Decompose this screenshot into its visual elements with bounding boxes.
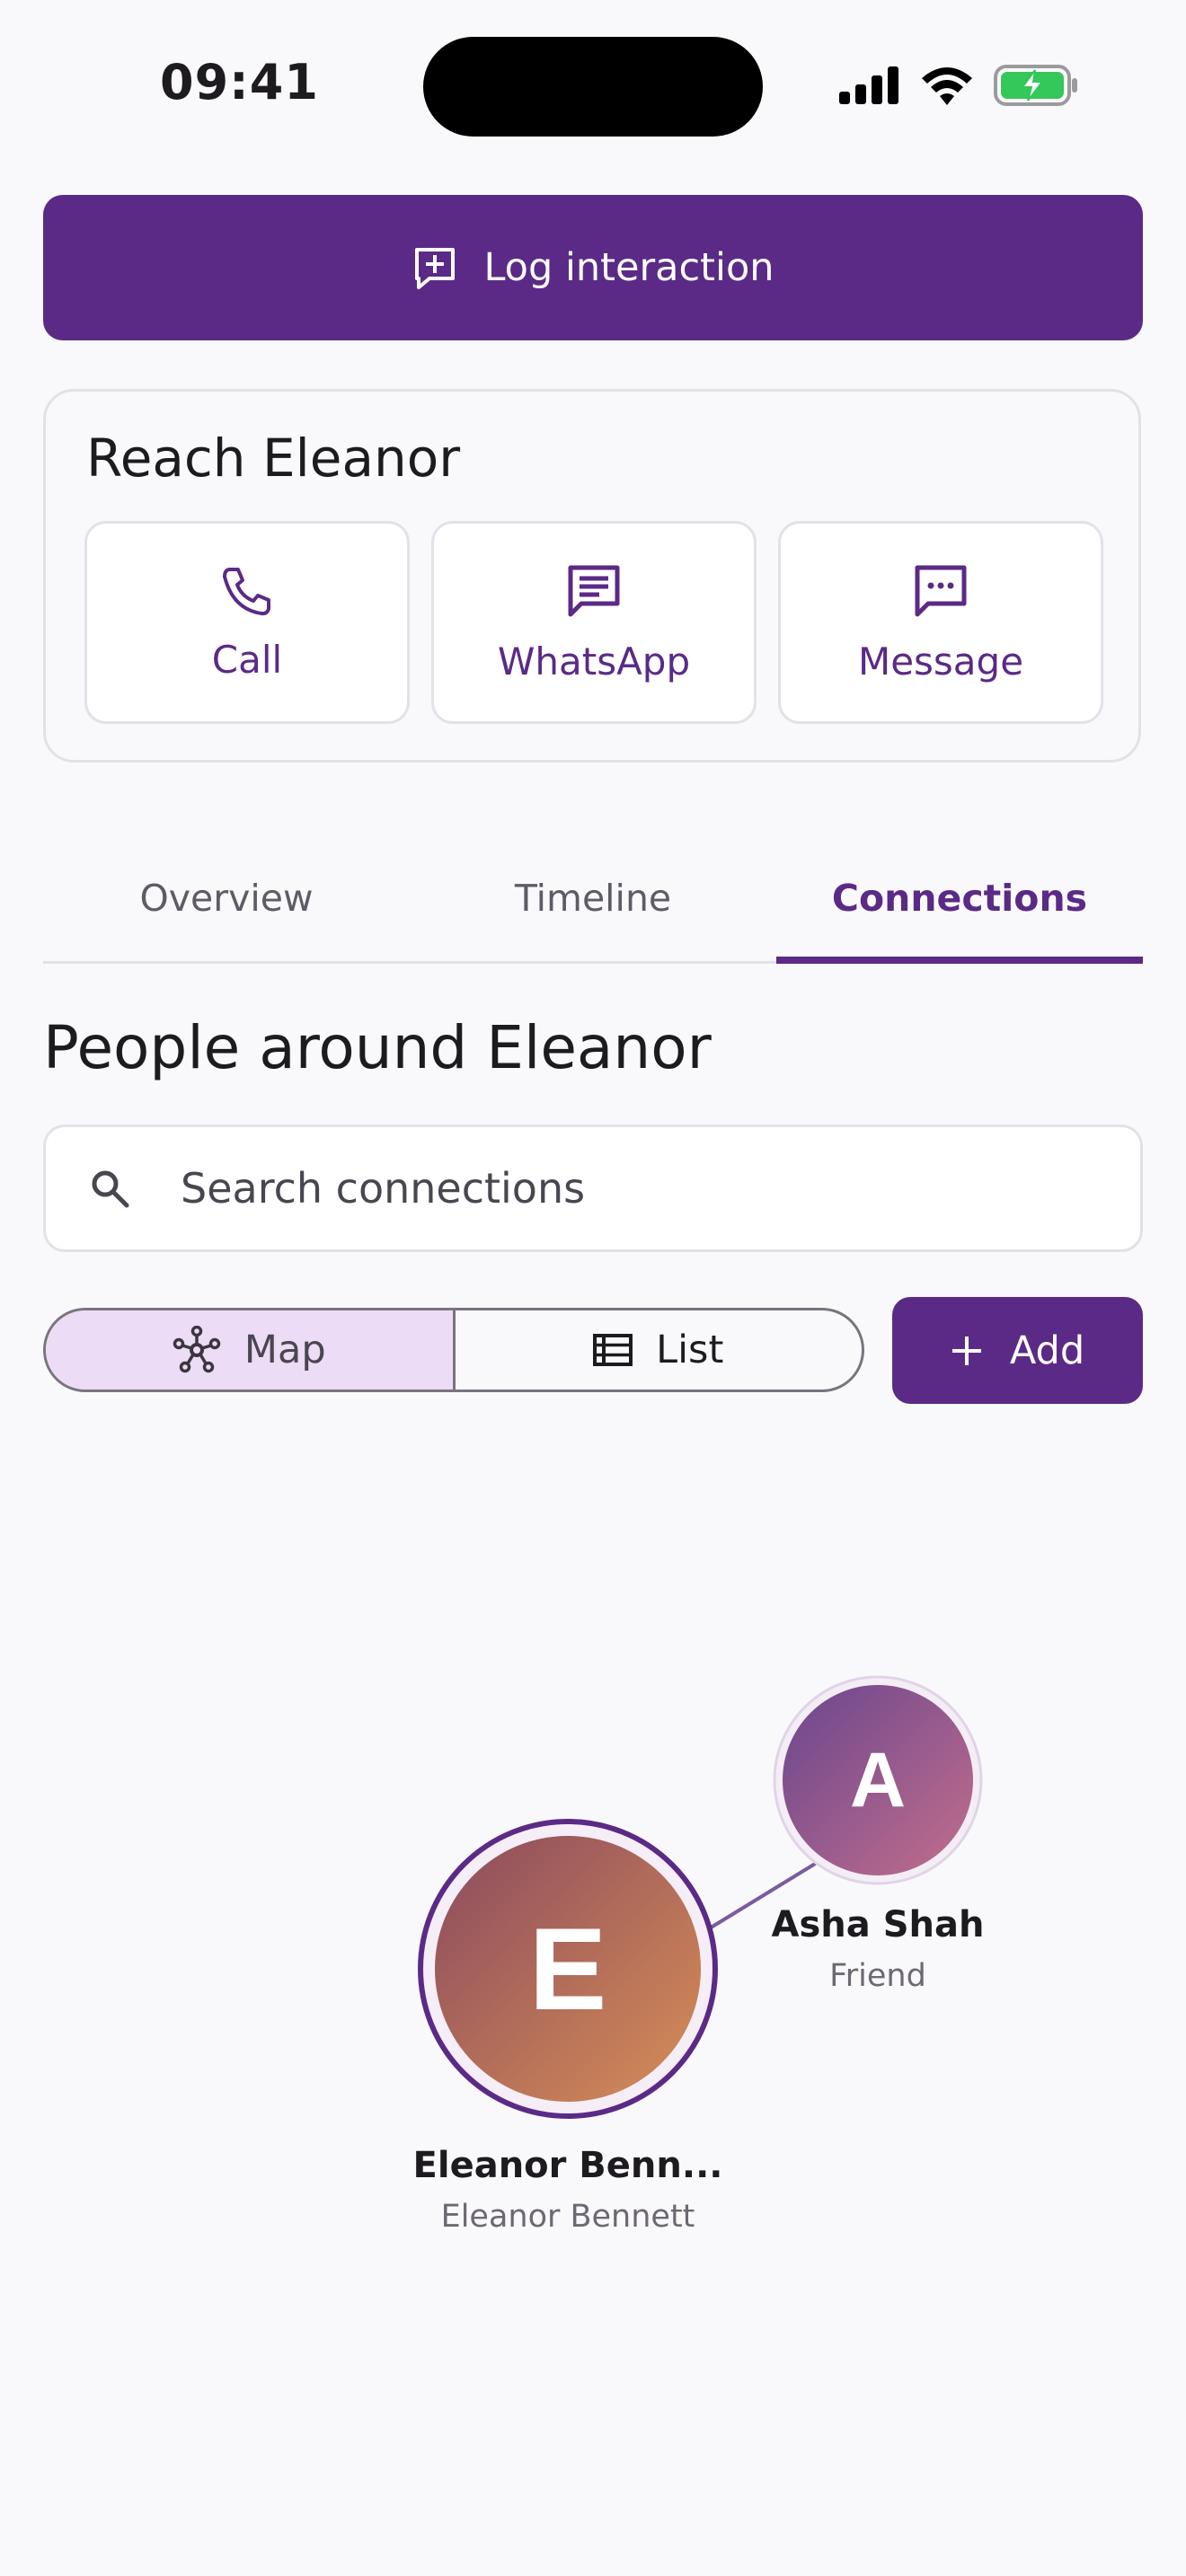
add-label: Add xyxy=(1009,1328,1085,1373)
list-view-button[interactable]: List xyxy=(452,1310,863,1389)
reach-title: Reach Eleanor xyxy=(86,428,461,489)
eleanor-initial: E xyxy=(529,1903,607,2034)
section-title: People around Eleanor xyxy=(43,1013,712,1082)
asha-initial: A xyxy=(850,1737,906,1823)
asha-relation: Friend xyxy=(829,1958,926,1994)
chat-lines-icon xyxy=(568,565,620,616)
tab-connections[interactable]: Connections xyxy=(776,835,1143,964)
eleanor-name: Eleanor Benn... xyxy=(412,2145,723,2186)
tab-bar: Overview Timeline Connections xyxy=(43,835,1143,964)
tab-timeline[interactable]: Timeline xyxy=(410,835,776,961)
message-label: Message xyxy=(857,639,1024,684)
dynamic-island xyxy=(423,37,763,137)
tab-overview[interactable]: Overview xyxy=(43,835,410,961)
reach-card: Reach Eleanor Call WhatsApp Message xyxy=(43,389,1141,763)
add-note-icon xyxy=(415,248,456,289)
plus-icon xyxy=(951,1336,981,1365)
signal-icon xyxy=(839,66,898,104)
status-time: 09:41 xyxy=(160,54,319,110)
message-dots-icon xyxy=(915,565,967,616)
add-connection-button[interactable]: Add xyxy=(892,1297,1143,1404)
view-toggle: Map List xyxy=(43,1308,864,1392)
search-field xyxy=(43,1125,1143,1252)
whatsapp-label: WhatsApp xyxy=(497,639,691,684)
log-interaction-label: Log interaction xyxy=(483,245,774,290)
list-label: List xyxy=(656,1328,724,1372)
message-button[interactable]: Message xyxy=(778,521,1103,724)
whatsapp-button[interactable]: WhatsApp xyxy=(431,521,757,724)
node-eleanor-bennett[interactable]: E xyxy=(418,1819,718,2119)
call-button[interactable]: Call xyxy=(84,521,410,724)
list-icon xyxy=(593,1334,633,1366)
search-icon xyxy=(92,1170,129,1208)
asha-name: Asha Shah xyxy=(771,1904,985,1945)
map-label: Map xyxy=(243,1328,326,1372)
node-asha-shah[interactable]: A xyxy=(773,1675,983,1885)
search-input[interactable] xyxy=(179,1163,991,1213)
eleanor-subtitle: Eleanor Bennett xyxy=(440,2199,695,2235)
log-interaction-button[interactable]: Log interaction xyxy=(43,195,1143,340)
phone-icon xyxy=(223,567,270,615)
wifi-icon xyxy=(922,67,972,105)
call-label: Call xyxy=(211,637,283,682)
map-view-button[interactable]: Map xyxy=(46,1310,453,1389)
battery-charging-icon xyxy=(994,65,1077,106)
network-icon xyxy=(173,1326,221,1373)
status-icons xyxy=(839,65,1078,106)
